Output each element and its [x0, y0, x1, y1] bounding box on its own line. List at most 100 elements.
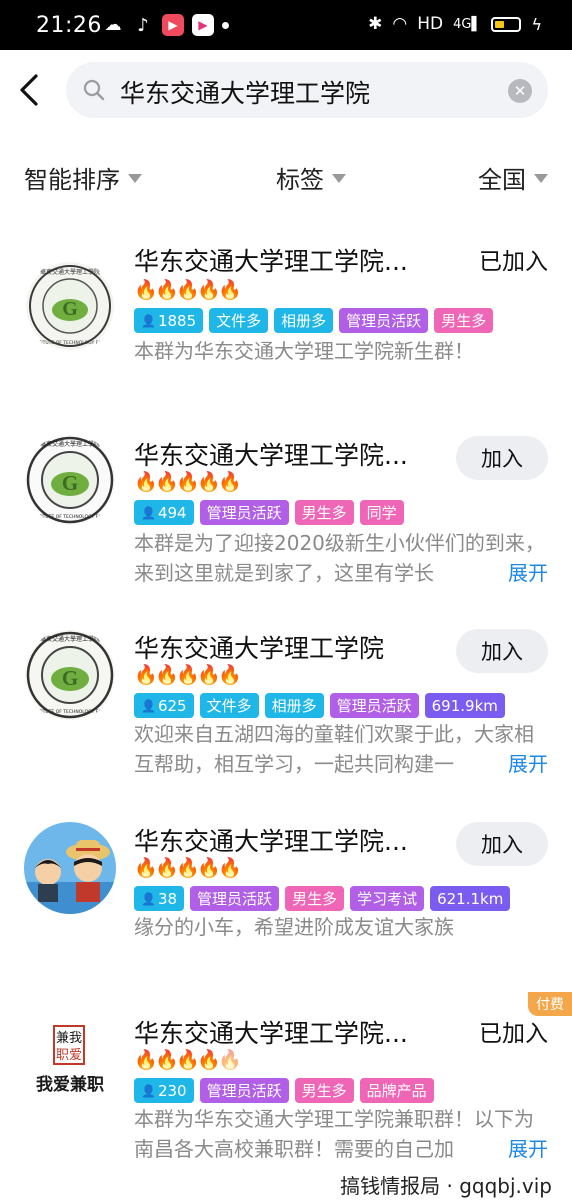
- distance-tag: 691.9km: [424, 693, 505, 718]
- system-icons: ✱ ◠ HD 4G▌ ϟ: [368, 14, 542, 34]
- expand-link[interactable]: 展开: [480, 558, 548, 588]
- group-result-item[interactable]: 付费 兼我 职爱 我爱兼职 华东交通大学理工学院... 🔥🔥🔥🔥🔥 👤 230 管…: [0, 992, 572, 1172]
- tag-list: 👤 494 管理员活跃 男生多 同学: [134, 500, 404, 525]
- join-button[interactable]: 加入: [456, 629, 548, 673]
- group-description: 本群为华东交通大学理工学院新生群！: [134, 339, 474, 363]
- svg-text:華東交通大學理工學院: 華東交通大學理工學院: [40, 440, 100, 448]
- fire-icon: 🔥: [218, 1049, 242, 1071]
- member-count-tag: 👤 1885: [134, 308, 204, 333]
- tag: 管理员活跃: [199, 500, 289, 525]
- search-input[interactable]: 华东交通大学理工学院 ✕: [66, 62, 548, 118]
- person-icon: 👤: [141, 313, 156, 328]
- joined-label: 已加入: [479, 1021, 548, 1047]
- tag-list: 👤 625 文件多 相册多 管理员活跃 691.9km: [134, 693, 505, 718]
- dot-icon: [222, 21, 229, 29]
- tag: 学习考试: [350, 886, 425, 911]
- caret-down-icon: [128, 174, 142, 183]
- filter-region[interactable]: 全国: [478, 160, 548, 195]
- heat-rating: 🔥🔥🔥🔥🔥: [134, 1048, 242, 1071]
- clear-icon[interactable]: ✕: [508, 79, 532, 103]
- fire-icon: 🔥: [155, 857, 179, 879]
- fire-icon: 🔥: [218, 471, 242, 493]
- group-avatar: G 華東交通大學理工學院 INSTITUTE OF TECHNOLOGY ECJ…: [24, 629, 116, 721]
- video-app-icon: ▶: [192, 14, 214, 36]
- heat-rating: 🔥🔥🔥🔥🔥: [134, 663, 242, 686]
- caret-down-icon: [534, 174, 548, 183]
- group-title: 华东交通大学理工学院...: [134, 247, 408, 276]
- bluetooth-icon: ✱: [368, 14, 383, 34]
- network-label: HD: [417, 14, 444, 34]
- tag: 文件多: [209, 308, 269, 333]
- group-result-item[interactable]: G 華東交通大學理工學院 INSTITUTE OF TECHNOLOGY ECJ…: [0, 424, 572, 604]
- svg-text:華東交通大學理工學院: 華東交通大學理工學院: [40, 635, 100, 643]
- person-icon: 👤: [141, 1083, 156, 1098]
- fire-icon: 🔥: [176, 279, 200, 301]
- heat-rating: 🔥🔥🔥🔥🔥: [134, 856, 242, 879]
- battery-icon: [491, 16, 522, 32]
- fire-icon: 🔥: [155, 1049, 179, 1071]
- svg-text:兼我: 兼我: [56, 1031, 82, 1046]
- search-query: 华东交通大学理工学院: [120, 79, 371, 108]
- wifi-icon: ◠: [392, 14, 408, 34]
- red-app-icon: ▶: [162, 14, 184, 36]
- heat-rating: 🔥🔥🔥🔥🔥: [134, 470, 242, 493]
- svg-text:華東交通大學理工學院: 華東交通大學理工學院: [40, 268, 100, 276]
- paid-badge: 付费: [528, 992, 572, 1016]
- expand-link[interactable]: 展开: [480, 1134, 548, 1164]
- filter-tag-label: 标签: [276, 166, 324, 194]
- group-result-item[interactable]: G 華東交通大學理工學院 INSTITUTE OF TECHNOLOGY ECJ…: [0, 617, 572, 797]
- tag: 相册多: [274, 308, 334, 333]
- person-icon: 👤: [141, 891, 156, 906]
- wechat-icon: ☁: [104, 15, 122, 35]
- filter-tag[interactable]: 标签: [276, 160, 346, 195]
- fire-icon: 🔥: [176, 471, 200, 493]
- expand-link[interactable]: 展开: [480, 749, 548, 779]
- tag-list: 👤 230 管理员活跃 男生多 品牌产品: [134, 1078, 434, 1103]
- group-title: 华东交通大学理工学院...: [134, 827, 408, 856]
- distance-tag: 621.1km: [430, 886, 511, 911]
- tag: 管理员活跃: [339, 308, 429, 333]
- tag: 管理员活跃: [329, 693, 419, 718]
- person-icon: 👤: [141, 505, 156, 520]
- fire-icon: 🔥: [197, 664, 221, 686]
- fire-icon: 🔥: [155, 471, 179, 493]
- fire-icon: 🔥: [134, 857, 158, 879]
- joined-label: 已加入: [479, 249, 548, 275]
- back-arrow-icon: [20, 74, 38, 106]
- group-result-item[interactable]: G 華東交通大學理工學院 INSTITUTE OF TECHNOLOGY ECJ…: [0, 230, 572, 410]
- fire-icon: 🔥: [197, 1049, 221, 1071]
- group-result-item[interactable]: 华东交通大学理工学院... 🔥🔥🔥🔥🔥 👤 38 管理员活跃 男生多 学习考试 6…: [0, 810, 572, 990]
- tag: 同学: [359, 500, 404, 525]
- svg-text:INSTITUTE OF TECHNOLOGY ECJTU: INSTITUTE OF TECHNOLOGY ECJTU: [31, 514, 109, 520]
- join-button[interactable]: 加入: [456, 436, 548, 480]
- join-button[interactable]: 加入: [456, 822, 548, 866]
- member-count-tag: 👤 230: [134, 1078, 194, 1103]
- tag: 男生多: [434, 308, 494, 333]
- group-title: 华东交通大学理工学院...: [134, 1019, 408, 1048]
- tag-list: 👤 38 管理员活跃 男生多 学习考试 621.1km: [134, 886, 511, 911]
- svg-text:INSTITUTE OF TECHNOLOGY ECJTU: INSTITUTE OF TECHNOLOGY ECJTU: [31, 340, 109, 346]
- fire-icon: 🔥: [134, 471, 158, 493]
- filter-sort-label: 智能排序: [24, 166, 120, 194]
- search-icon: [83, 79, 105, 101]
- svg-text:G: G: [62, 298, 78, 320]
- tag: 男生多: [285, 886, 345, 911]
- back-button[interactable]: [12, 70, 48, 110]
- fire-icon: 🔥: [134, 279, 158, 301]
- group-avatar: 兼我 职爱 我爱兼职: [24, 1020, 116, 1112]
- fire-icon: 🔥: [197, 857, 221, 879]
- fire-icon: 🔥: [197, 471, 221, 493]
- fire-icon: 🔥: [134, 664, 158, 686]
- person-icon: 👤: [141, 698, 156, 713]
- group-title: 华东交通大学理工学院: [134, 634, 385, 663]
- fire-icon: 🔥: [134, 1049, 158, 1071]
- svg-text:INSTITUTE OF TECHNOLOGY ECJTU: INSTITUTE OF TECHNOLOGY ECJTU: [31, 709, 109, 715]
- filter-sort[interactable]: 智能排序: [24, 160, 142, 195]
- fire-icon: 🔥: [176, 857, 200, 879]
- fire-icon: 🔥: [155, 279, 179, 301]
- charging-icon: ϟ: [531, 14, 542, 34]
- svg-text:G: G: [62, 471, 78, 495]
- tag: 管理员活跃: [199, 1078, 289, 1103]
- group-avatar: [24, 822, 116, 914]
- tag: 男生多: [294, 500, 354, 525]
